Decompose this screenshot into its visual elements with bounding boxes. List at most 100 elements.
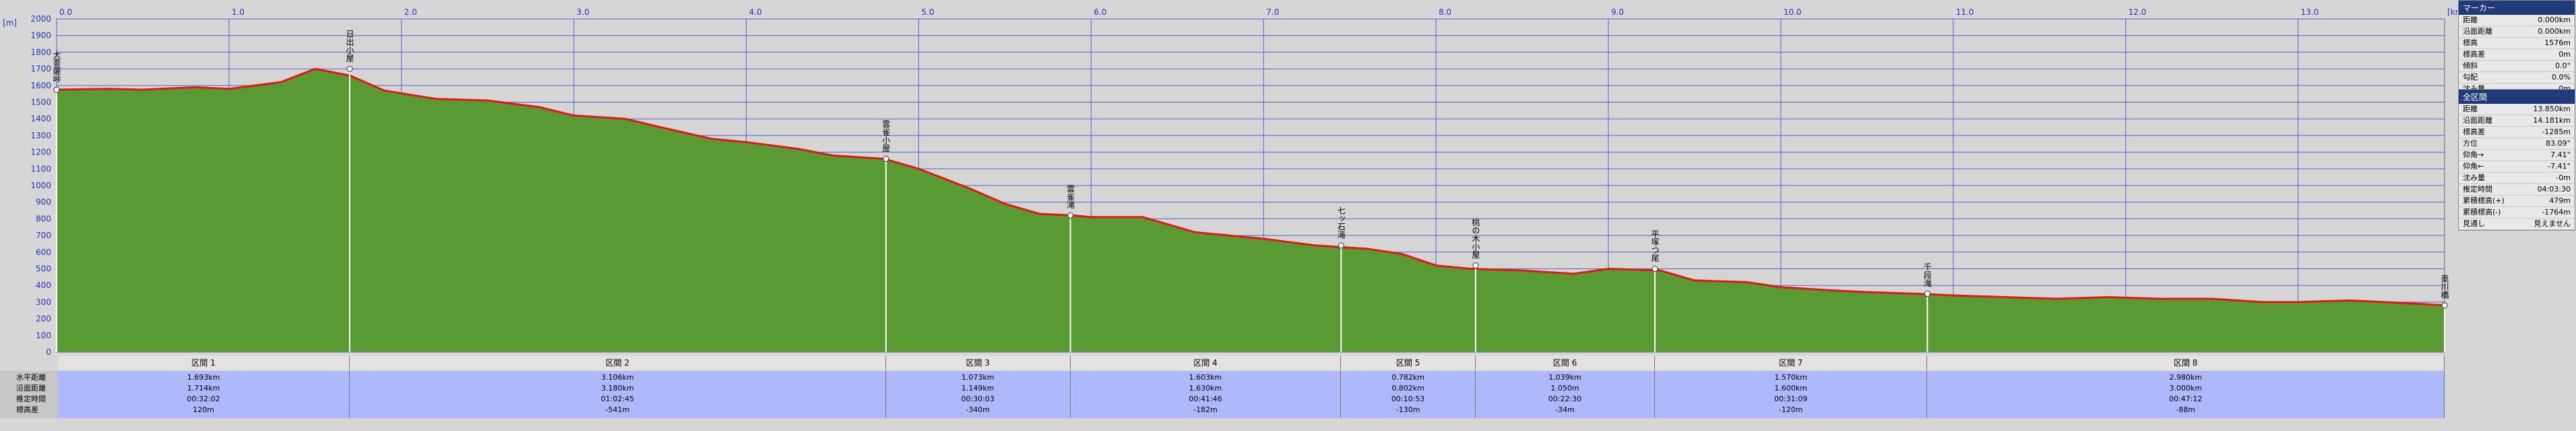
info-label: 累積標高(-) — [2463, 208, 2501, 217]
section-header[interactable]: 区間 3 — [885, 355, 1071, 370]
info-label: 沿面距離 — [2463, 116, 2492, 125]
waypoint-dot — [346, 65, 353, 72]
info-row: 累積標高(+) 479m — [2459, 196, 2575, 207]
info-row: 見通し 見えません — [2459, 219, 2575, 230]
x-tick-label: 9.0 — [1611, 7, 1624, 17]
y-tick-label: 900 — [36, 198, 51, 207]
info-row: 沿面距離 14.181km — [2459, 115, 2575, 127]
x-tick-label: 4.0 — [749, 7, 762, 17]
y-tick-label: 1600 — [30, 81, 51, 90]
section-stat-value: -88m — [2176, 405, 2195, 414]
section-stats: 0.782km 0.802km 00:10:53 -130m — [1341, 371, 1476, 418]
x-tick-label: 12.0 — [2129, 7, 2147, 17]
info-label: 方位 — [2463, 139, 2478, 148]
info-label: 推定時間 — [2463, 185, 2492, 194]
section-header[interactable]: 区間 1 — [58, 355, 350, 370]
section-header[interactable]: 区間 6 — [1475, 355, 1656, 370]
section-stat-value: -182m — [1193, 405, 1218, 414]
y-tick-label: 300 — [36, 297, 51, 307]
x-tick-label: 1.0 — [232, 7, 245, 17]
y-tick-label: 1400 — [30, 114, 51, 123]
section-stat-value: 1.039km — [1548, 373, 1581, 382]
info-label: 見通し — [2463, 219, 2485, 228]
section-stat-value: 0.782km — [1391, 373, 1424, 382]
info-row: 標高差 0m — [2459, 49, 2575, 61]
info-row: 仰角← -7.41° — [2459, 161, 2575, 173]
x-tick-label: 3.0 — [577, 7, 590, 17]
section-stat-value: -541m — [605, 405, 630, 414]
section-stats: 1.693km 1.714km 00:32:02 120m — [58, 371, 350, 418]
info-label: 沈み量 — [2463, 173, 2485, 182]
section-stat-value: 3.000km — [2169, 384, 2202, 393]
info-row: 累積標高(-) -1764m — [2459, 207, 2575, 219]
info-value: 479m — [2549, 196, 2571, 205]
info-row: 標高 1576m — [2459, 38, 2575, 49]
section-stat-value: -34m — [1555, 405, 1575, 414]
info-label: 標高 — [2463, 38, 2478, 47]
x-tick-label: 10.0 — [1784, 7, 1802, 17]
x-tick-label: 2.0 — [404, 7, 417, 17]
section-stat-value: 0.802km — [1391, 384, 1424, 393]
waypoint-dot — [883, 155, 889, 162]
info-row: 距離 0.000km — [2459, 15, 2575, 26]
waypoint-dot — [1338, 242, 1344, 249]
info-value: -1285m — [2542, 127, 2571, 136]
section-stat-value: 00:32:02 — [187, 395, 220, 403]
waypoint-dot — [1067, 212, 1074, 219]
x-tick-label: 0.0 — [59, 7, 72, 17]
section-header[interactable]: 区間 8 — [1927, 355, 2445, 370]
section-stat-value: 1.603km — [1189, 373, 1222, 382]
section-stat-value: 1.073km — [961, 373, 995, 382]
row-label-slope: 沿面距離 — [16, 384, 46, 393]
info-value: 1576m — [2544, 38, 2571, 47]
y-tick-label: 1500 — [30, 98, 51, 107]
section-stat-value: 3.106km — [601, 373, 634, 382]
waypoint-label: 七ッ石滝 — [1336, 206, 1346, 238]
y-axis-labels: 0 100 200 300 400 500 600 700 800 900 1000 1100 1200… — [30, 14, 51, 357]
section-stat-value: 3.180km — [601, 384, 634, 393]
y-tick-label: 700 — [36, 231, 51, 240]
section-header[interactable]: 区間 7 — [1655, 355, 1928, 370]
section-stats: 1.039km 1.050m 00:22:30 -34m — [1475, 371, 1656, 418]
info-label: 距離 — [2463, 16, 2478, 24]
section-stats: 1.570km 1.600km 00:31:09 -120m — [1655, 371, 1928, 418]
info-row: 方位 83.09° — [2459, 138, 2575, 150]
section-stat-value: 120m — [193, 405, 214, 414]
row-label-elevation-diff: 標高差 — [16, 405, 38, 414]
section-stat-value: -340m — [966, 405, 991, 414]
section-stat-value: 00:30:03 — [961, 395, 995, 403]
y-unit-label: [m] — [3, 18, 17, 28]
info-value: 0.000km — [2538, 16, 2571, 24]
waypoint-label: 大菩薩峠 — [52, 51, 61, 83]
section-stat-value: 1.570km — [1774, 373, 1807, 382]
section-header[interactable]: 区間 2 — [350, 355, 886, 370]
section-stat-value: 1.630km — [1189, 384, 1222, 393]
section-stat-value: 1.693km — [187, 373, 220, 382]
y-tick-label: 800 — [36, 214, 51, 223]
info-value: 0m — [2558, 50, 2571, 59]
section-header[interactable]: 区間 4 — [1070, 355, 1342, 370]
info-value: 13.850km — [2533, 105, 2571, 113]
section-stat-value: 00:22:30 — [1548, 395, 1582, 403]
waypoint-label: 桃の木小屋 — [1471, 217, 1480, 259]
section-panel-title: 全区間 — [2459, 90, 2575, 104]
info-row: 推定時間 04:03:30 — [2459, 184, 2575, 196]
waypoint-label: 奥川橋 — [2440, 274, 2449, 299]
x-tick-label: 11.0 — [1956, 7, 1974, 17]
info-row: 標高差 -1285m — [2459, 127, 2575, 138]
waypoint-dot — [53, 86, 60, 93]
section-stat-value: 00:10:53 — [1391, 395, 1425, 403]
info-value: 0.0° — [2555, 61, 2571, 70]
info-value: -1764m — [2542, 208, 2571, 217]
y-tick-label: 400 — [36, 281, 51, 290]
info-value: 04:03:30 — [2537, 185, 2571, 194]
waypoint-dot — [1924, 291, 1930, 297]
y-tick-label: 500 — [36, 264, 51, 274]
info-value: -7.41° — [2548, 162, 2571, 171]
x-tick-label: 6.0 — [1094, 7, 1106, 17]
waypoint-label: 雲雀滝 — [1066, 184, 1075, 208]
section-stat-value: 00:31:09 — [1773, 395, 1808, 403]
section-header[interactable]: 区間 5 — [1341, 355, 1476, 370]
waypoint-dot — [1652, 266, 1658, 272]
y-tick-label: 0 — [46, 347, 51, 357]
